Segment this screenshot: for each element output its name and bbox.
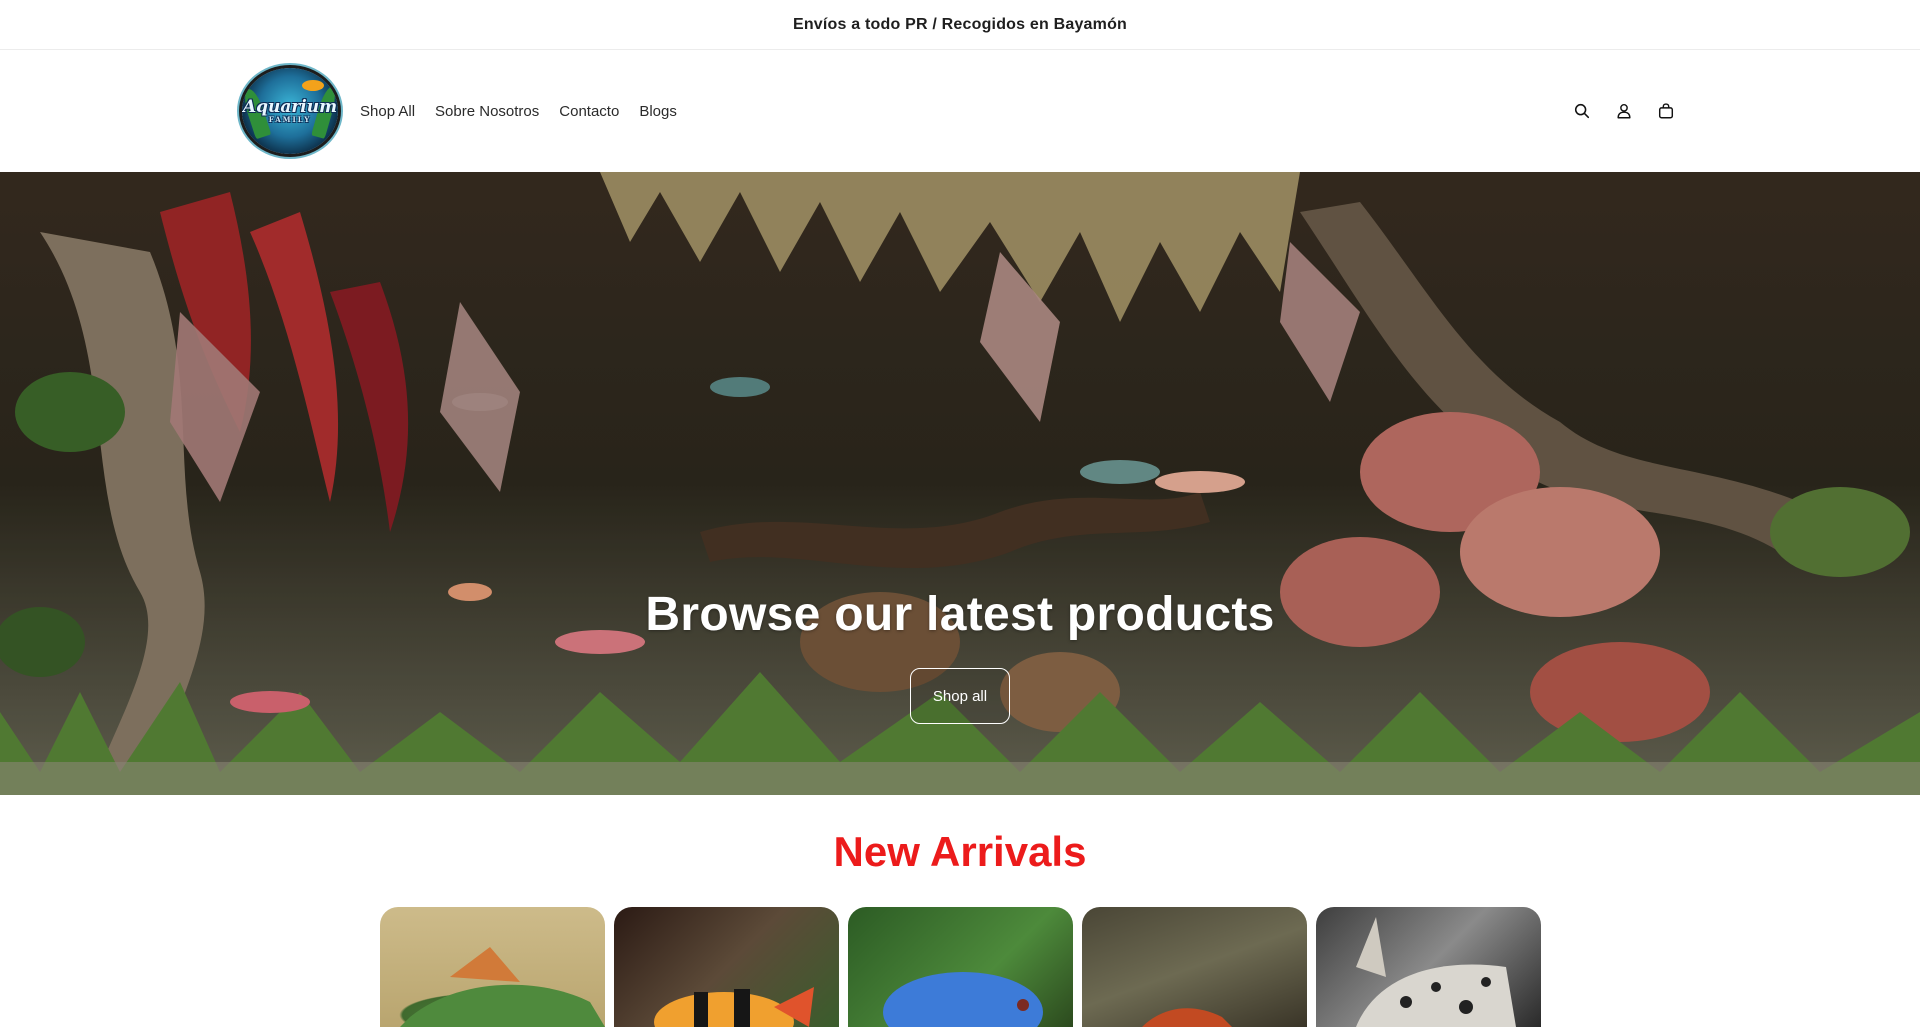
hero-title: Browse our latest products	[645, 588, 1275, 641]
logo-fish	[302, 80, 324, 91]
product-card[interactable]	[848, 907, 1073, 1027]
nav-shop-all[interactable]: Shop All	[360, 103, 415, 120]
product-card[interactable]	[614, 907, 839, 1027]
hero-banner: Browse our latest products Shop all	[0, 172, 1920, 795]
product-fish-shape	[1356, 917, 1516, 1027]
nav-sobre-nosotros[interactable]: Sobre Nosotros	[435, 103, 539, 120]
announcement-bar: Envíos a todo PR / Recogidos en Bayamón	[0, 0, 1920, 50]
product-fish-shape	[654, 987, 814, 1027]
main-nav: Shop All Sobre Nosotros Contacto Blogs	[360, 50, 697, 172]
shop-all-button[interactable]: Shop all	[910, 668, 1010, 724]
product-card[interactable]	[1316, 907, 1541, 1027]
announcement-text: Envíos a todo PR / Recogidos en Bayamón	[792, 15, 1128, 33]
product-fish-shape	[1142, 1008, 1232, 1027]
nav-contacto[interactable]: Contacto	[559, 103, 619, 120]
header-actions	[1560, 50, 1686, 172]
site-header: Aquarium FAMILY Shop All Sobre Nosotros …	[0, 50, 1920, 172]
product-card[interactable]	[380, 907, 605, 1027]
search-icon[interactable]	[1562, 91, 1602, 131]
account-icon[interactable]	[1604, 91, 1644, 131]
store-logo[interactable]: Aquarium FAMILY	[242, 68, 338, 154]
product-card[interactable]	[1082, 907, 1307, 1027]
new-arrivals-title: New Arrivals	[833, 828, 1087, 875]
product-fish-shape	[400, 947, 605, 1027]
logo-wordmark: Aquarium FAMILY	[242, 97, 338, 124]
cart-icon[interactable]	[1646, 91, 1686, 131]
new-arrivals-grid	[380, 907, 1541, 1027]
nav-blogs[interactable]: Blogs	[639, 103, 677, 120]
product-fish-shape	[883, 972, 1043, 1027]
